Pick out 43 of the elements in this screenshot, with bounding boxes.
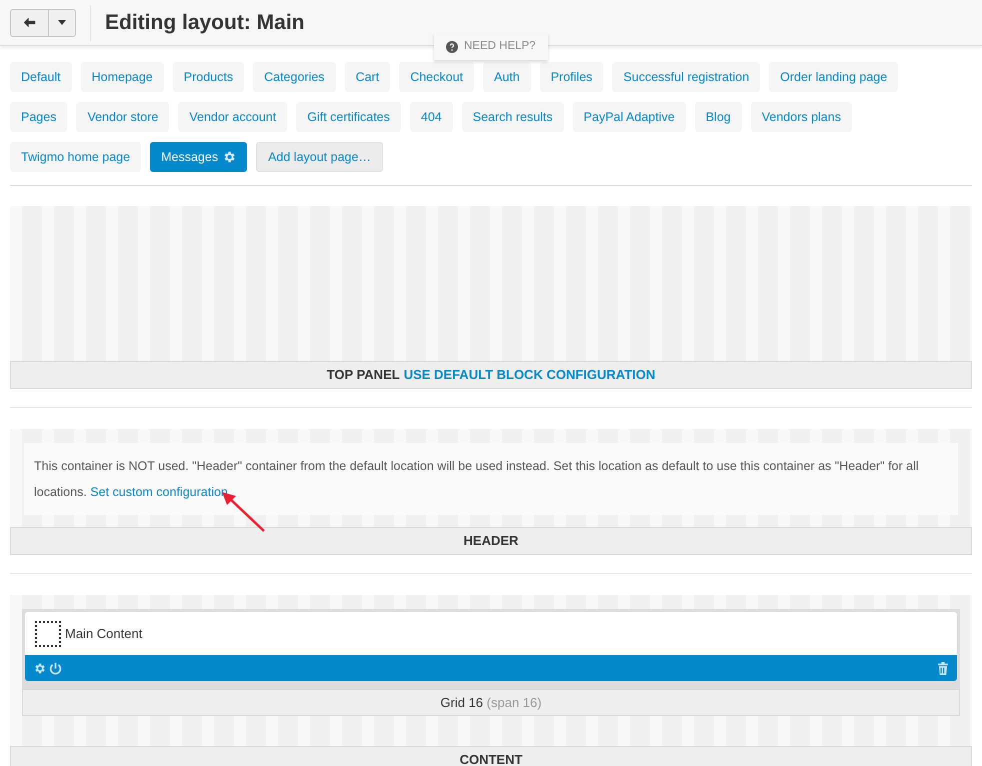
layout-tab[interactable]: Pages	[10, 102, 68, 132]
layout-tab[interactable]: Vendors plans	[750, 102, 852, 132]
caret-icon	[58, 20, 66, 25]
layout-tab[interactable]: Messages	[150, 142, 248, 172]
layout-tab[interactable]: Twigmo home page	[10, 142, 142, 172]
layout-tab[interactable]: PayPal Adaptive	[572, 102, 686, 132]
layout-tab[interactable]: Homepage	[80, 62, 164, 92]
power-button[interactable]	[49, 662, 62, 674]
block-title: Main Content	[65, 624, 142, 643]
need-help-button[interactable]: NEED HELP?	[434, 33, 548, 60]
layout-tab[interactable]: Products	[172, 62, 244, 92]
section-label: CONTENT	[460, 751, 522, 766]
gear-icon	[222, 150, 236, 164]
layout-tab[interactable]: Order landing page	[769, 62, 898, 92]
block-placeholder-icon	[35, 620, 61, 646]
layout-tab[interactable]: Checkout	[399, 62, 474, 92]
layout-tab[interactable]: Categories	[253, 62, 336, 92]
section-label: TOP PANEL	[326, 366, 400, 384]
layout-tab[interactable]: Gift certificates	[296, 102, 401, 132]
layout-tab[interactable]: Search results	[462, 102, 564, 132]
add-layout-page-button[interactable]: Add layout page…	[256, 142, 383, 172]
power-icon	[49, 662, 62, 674]
layout-tab[interactable]: Default	[10, 62, 72, 92]
page-title: Editing layout: Main	[105, 10, 304, 36]
grid-label: Grid 16 (span 16)	[22, 689, 960, 716]
settings-button[interactable]	[33, 662, 46, 674]
section-label: HEADER	[464, 532, 518, 550]
layout-tab[interactable]: 404	[410, 102, 453, 132]
layout-tab[interactable]: Cart	[344, 62, 390, 92]
layout-tab[interactable]: Auth	[483, 62, 531, 92]
custom-config-link[interactable]: Set custom configuration	[90, 485, 228, 499]
gear-icon	[33, 662, 46, 674]
layout-tab[interactable]: Successful registration	[612, 62, 760, 92]
layout-tab[interactable]: Vendor account	[178, 102, 288, 132]
layout-tab[interactable]: Blog	[694, 102, 742, 132]
layout-tab[interactable]: Profiles	[540, 62, 604, 92]
delete-button[interactable]	[937, 662, 949, 674]
default-config-link[interactable]: USE DEFAULT BLOCK CONFIGURATION	[404, 365, 656, 385]
layout-tab[interactable]: Vendor store	[76, 102, 170, 132]
notice-text: This container is NOT used. "Header" container from the default location will be used instead. Set this location as default to use this container as "Header" for all locations. Set custom configuration	[34, 458, 920, 501]
back-arrow-icon	[23, 16, 36, 29]
trash-icon	[937, 662, 949, 674]
question-icon	[446, 40, 458, 52]
